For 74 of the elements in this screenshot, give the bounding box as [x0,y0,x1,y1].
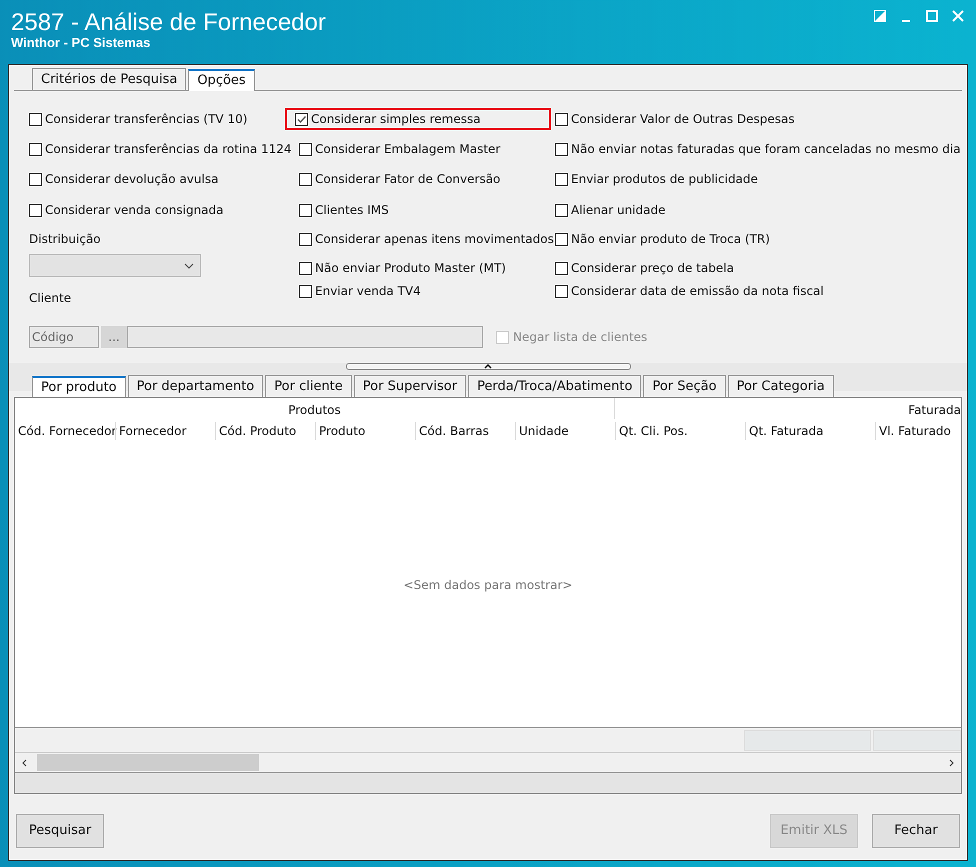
action-button[interactable]: Fechar [872,814,960,848]
window-title: 2587 - Análise de Fornecedor [11,10,326,36]
checkbox-option[interactable]: Alienar unidade [551,199,965,221]
tab[interactable]: Por Supervisor [354,375,466,397]
checkbox[interactable] [29,142,42,156]
empty-message: <Sem dados para mostrar> [404,576,572,594]
client-code-field[interactable]: Código [29,326,99,348]
window-subtitle: Winthor - PC Sistemas [11,36,152,49]
chevron-down-icon [184,262,194,268]
checkbox-option[interactable]: Considerar simples remessa [285,108,551,130]
checkbox[interactable] [29,204,42,216]
check-icon [296,114,307,124]
scroll-right-icon[interactable] [949,758,955,766]
checkbox[interactable] [299,284,312,298]
tab[interactable]: Por departamento [128,375,264,397]
column-band-title: Faturada [908,402,961,419]
checkbox-option[interactable]: Considerar data de emissão da nota fiscal [551,280,965,302]
checkbox-option[interactable]: Enviar produtos de publicidade [551,168,965,190]
column-header[interactable]: Cód. Barras [415,422,515,440]
lookup-button[interactable]: ... [101,326,127,348]
column-band-title: Produtos [288,402,341,419]
checkbox-option[interactable]: Clientes IMS [295,199,551,221]
checkbox[interactable] [555,112,568,126]
caret-up-icon [484,364,492,369]
checkbox[interactable] [29,112,42,126]
column-header[interactable]: Unidade [515,422,615,440]
tab[interactable]: Por Categoria [728,375,834,397]
scroll-left-icon[interactable] [21,758,27,766]
tab[interactable]: Perda/Troca/Abatimento [468,375,642,397]
checkbox-option[interactable]: Considerar Embalagem Master [295,138,551,160]
checkbox[interactable] [555,142,568,156]
column-header[interactable]: Qt. Cli. Pos. [615,422,745,440]
restore-icon[interactable] [874,10,886,22]
checkbox-option[interactable]: Considerar Valor de Outras Despesas [551,108,965,130]
column-header[interactable]: Vl. Faturado [875,422,961,440]
checkbox[interactable] [299,142,312,156]
tab[interactable]: Critérios de Pesquisa [32,68,186,90]
checkbox-option[interactable]: Considerar transferências da rotina 1124 [25,138,295,160]
column-header[interactable]: Produto [315,422,415,440]
checkbox[interactable] [299,262,312,274]
checkbox[interactable] [555,232,568,246]
field-label: Cliente [28,290,72,307]
horizontal-scrollbar[interactable] [15,752,961,772]
checkbox-option[interactable]: Considerar apenas itens movimentados [295,228,551,250]
checkbox[interactable] [299,232,312,246]
checkbox[interactable] [299,172,312,186]
tab[interactable]: Por Seção [643,375,726,397]
checkbox[interactable] [555,262,568,274]
checkbox[interactable] [299,204,312,216]
checkbox[interactable] [29,172,42,186]
checkbox-option[interactable]: Não enviar notas faturadas que foram canceladas no mesmo dia [551,138,965,160]
checkbox-option[interactable]: Considerar preço de tabela [551,257,965,279]
checkbox[interactable] [555,172,568,186]
checkbox-option[interactable]: Enviar venda TV4 [295,280,551,302]
checkbox-option[interactable]: Considerar devolução avulsa [25,168,295,190]
column-header[interactable]: Fornecedor [115,422,215,440]
checkbox[interactable] [555,204,568,216]
scroll-thumb[interactable] [37,754,259,771]
tab[interactable]: Por cliente [265,375,352,397]
column-header[interactable]: Cód. Produto [215,422,315,440]
tab[interactable]: Por produto [32,376,126,398]
field-label: Distribuição [28,231,102,248]
splitter-handle[interactable] [346,363,630,370]
client-name-field[interactable] [127,326,483,348]
column-header[interactable]: Qt. Faturada [745,422,875,440]
checkbox-option[interactable]: Considerar Fator de Conversão [295,168,551,190]
checkbox-option[interactable]: Não enviar Produto Master (MT) [295,257,551,279]
action-button[interactable]: Pesquisar [16,814,104,848]
checkbox[interactable] [295,112,308,126]
tab[interactable]: Opções [188,69,255,91]
maximize-icon[interactable] [926,10,938,22]
column-header[interactable]: Cód. Fornecedor [15,422,115,440]
checkbox-option[interactable]: Considerar venda consignada [25,199,295,221]
checkbox[interactable] [555,284,568,298]
